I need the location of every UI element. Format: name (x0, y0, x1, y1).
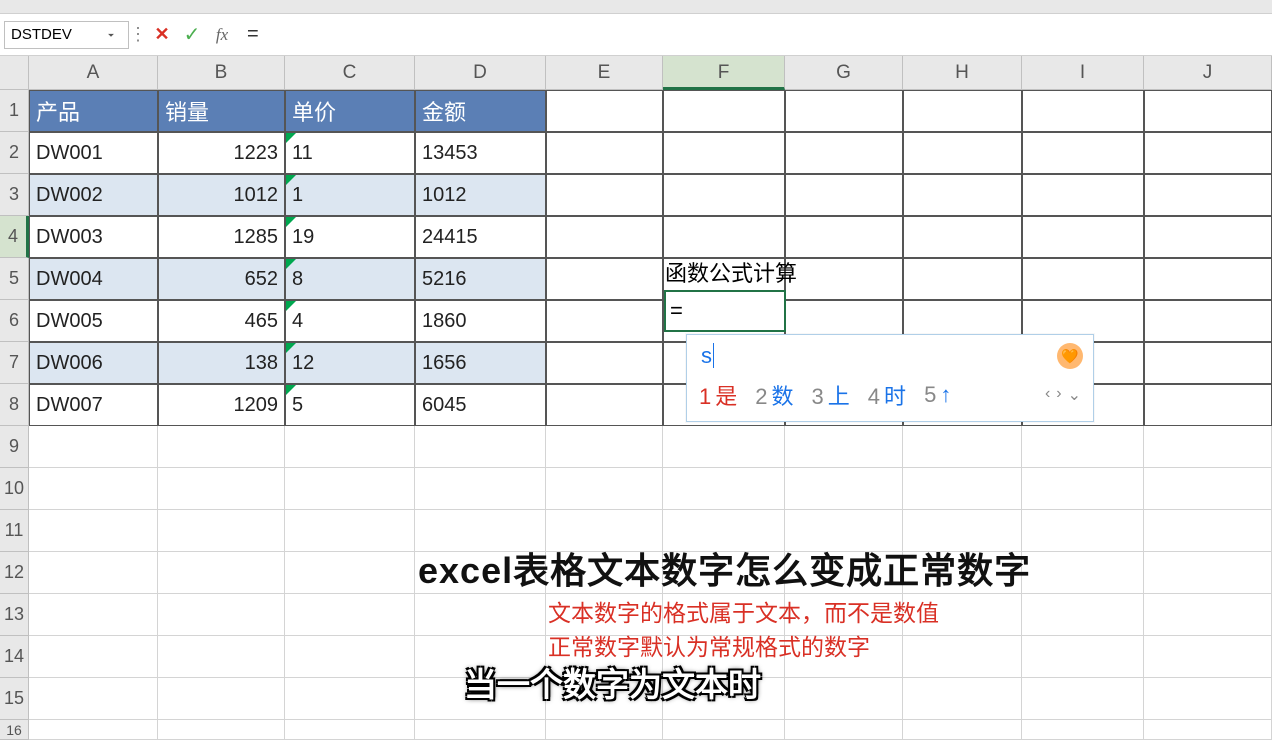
cell-C2[interactable]: 11 (285, 132, 415, 174)
cell-A6[interactable]: DW005 (29, 300, 158, 342)
cell-C5[interactable]: 8 (285, 258, 415, 300)
ime-next-icon[interactable]: › (1056, 385, 1061, 405)
fx-button[interactable]: fx (207, 21, 237, 49)
ime-cand-2[interactable]: 2数 (755, 379, 793, 411)
row-header-3[interactable]: 3 (0, 174, 29, 216)
ime-cand-1[interactable]: 1是 (699, 379, 737, 411)
col-header-D[interactable]: D (415, 56, 546, 90)
cell-D1[interactable]: 金额 (415, 90, 546, 132)
row-header-4[interactable]: 4 (0, 216, 29, 258)
row-header-2[interactable]: 2 (0, 132, 29, 174)
overlay-note-1: 文本数字的格式属于文本，而不是数值 (548, 594, 939, 628)
row-header-10[interactable]: 10 (0, 468, 29, 510)
cell-E1[interactable] (546, 90, 663, 132)
ime-cand-3[interactable]: 3上 (812, 379, 850, 411)
col-header-E[interactable]: E (546, 56, 663, 90)
cell-B3[interactable]: 1012 (158, 174, 285, 216)
cancel-button[interactable]: ✕ (147, 21, 177, 49)
col-header-G[interactable]: G (785, 56, 903, 90)
cell-C6[interactable]: 4 (285, 300, 415, 342)
cell-J1[interactable] (1144, 90, 1272, 132)
cell-C7[interactable]: 12 (285, 342, 415, 384)
active-cell-F4[interactable]: = (664, 290, 786, 332)
cell-A4[interactable]: DW003 (29, 216, 158, 258)
spreadsheet-grid[interactable]: A B C D E F G H I J 1 产品 销量 单价 金额 2 DW00… (0, 56, 1272, 740)
video-caption: 当一个数字为文本时 (464, 658, 761, 706)
cell-D3[interactable]: 1012 (415, 174, 546, 216)
cell-A8[interactable]: DW007 (29, 384, 158, 426)
col-header-F[interactable]: F (663, 56, 785, 90)
cell-D5[interactable]: 5216 (415, 258, 546, 300)
col-header-C[interactable]: C (285, 56, 415, 90)
row-header-12[interactable]: 12 (0, 552, 29, 594)
overlay-note-2: 正常数字默认为常规格式的数字 (548, 628, 870, 662)
formula-input[interactable] (237, 21, 1272, 49)
ime-popup: 🧡 s 1是 2数 3上 4时 5↑ ‹ › ⌄ (686, 334, 1094, 422)
cell-D8[interactable]: 6045 (415, 384, 546, 426)
row-header-8[interactable]: 8 (0, 384, 29, 426)
select-all-corner[interactable] (0, 56, 29, 90)
row-header-14[interactable]: 14 (0, 636, 29, 678)
column-headers: A B C D E F G H I J (0, 56, 1272, 90)
cell-A1[interactable]: 产品 (29, 90, 158, 132)
cell-F4-value: = (670, 298, 683, 324)
col-header-H[interactable]: H (903, 56, 1022, 90)
ime-prev-icon[interactable]: ‹ (1045, 385, 1050, 405)
cell-C8[interactable]: 5 (285, 384, 415, 426)
row-header-5[interactable]: 5 (0, 258, 29, 300)
ime-nav[interactable]: ‹ › ⌄ (1045, 385, 1081, 405)
chevron-down-icon (104, 28, 118, 42)
cell-B1[interactable]: 销量 (158, 90, 285, 132)
ime-emoji-icon[interactable]: 🧡 (1057, 343, 1083, 369)
col-header-A[interactable]: A (29, 56, 158, 90)
separator: ⋮ (129, 24, 147, 45)
confirm-button[interactable]: ✓ (177, 21, 207, 49)
ime-expand-icon[interactable]: ⌄ (1068, 385, 1081, 405)
cell-H1[interactable] (903, 90, 1022, 132)
col-header-J[interactable]: J (1144, 56, 1272, 90)
row-header-13[interactable]: 13 (0, 594, 29, 636)
col-header-B[interactable]: B (158, 56, 285, 90)
name-box[interactable]: DSTDEV (4, 21, 129, 49)
ime-candidates: 1是 2数 3上 4时 5↑ ‹ › ⌄ (687, 371, 1093, 421)
cell-B4[interactable]: 1285 (158, 216, 285, 258)
name-box-value: DSTDEV (11, 26, 72, 43)
cell-B7[interactable]: 138 (158, 342, 285, 384)
row-header-7[interactable]: 7 (0, 342, 29, 384)
row-header-16[interactable]: 16 (0, 720, 29, 740)
row-header-15[interactable]: 15 (0, 678, 29, 720)
row-header-11[interactable]: 11 (0, 510, 29, 552)
row-header-1[interactable]: 1 (0, 90, 29, 132)
ime-cand-4[interactable]: 4时 (868, 379, 906, 411)
cell-D4[interactable]: 24415 (415, 216, 546, 258)
name-box-dropdown[interactable] (100, 28, 122, 42)
cell-C1[interactable]: 单价 (285, 90, 415, 132)
formula-bar: DSTDEV ⋮ ✕ ✓ fx (0, 14, 1272, 56)
cell-B2[interactable]: 1223 (158, 132, 285, 174)
cell-D7[interactable]: 1656 (415, 342, 546, 384)
cell-F3-label: 函数公式计算 (665, 256, 797, 288)
cell-A5[interactable]: DW004 (29, 258, 158, 300)
col-header-I[interactable]: I (1022, 56, 1144, 90)
cell-C4[interactable]: 19 (285, 216, 415, 258)
cell-G1[interactable] (785, 90, 903, 132)
cell-F1[interactable] (663, 90, 785, 132)
cell-A7[interactable]: DW006 (29, 342, 158, 384)
cell-A2[interactable]: DW001 (29, 132, 158, 174)
cell-B5[interactable]: 652 (158, 258, 285, 300)
row-header-9[interactable]: 9 (0, 426, 29, 468)
cell-C3[interactable]: 1 (285, 174, 415, 216)
cell-D6[interactable]: 1860 (415, 300, 546, 342)
ime-input: s (687, 335, 1093, 371)
cell-B8[interactable]: 1209 (158, 384, 285, 426)
overlay-title: excel表格文本数字怎么变成正常数字 (418, 542, 1031, 594)
row-header-6[interactable]: 6 (0, 300, 29, 342)
menu-bar-area (0, 0, 1272, 14)
cell-D2[interactable]: 13453 (415, 132, 546, 174)
cell-I1[interactable] (1022, 90, 1144, 132)
ime-cand-5[interactable]: 5↑ (924, 382, 951, 408)
cell-A3[interactable]: DW002 (29, 174, 158, 216)
cell-B6[interactable]: 465 (158, 300, 285, 342)
